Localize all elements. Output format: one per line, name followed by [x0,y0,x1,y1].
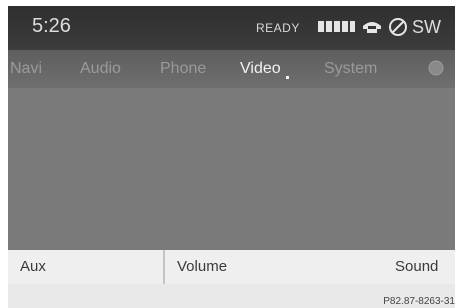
aux-softkey[interactable]: Aux [8,250,163,284]
phone-icon [363,22,381,33]
menu-item-audio[interactable]: Audio [80,60,121,78]
main-menu-bar: Navi Audio Phone Video System [8,50,455,88]
volume-sound-softkeys: Volume Sound [165,250,455,284]
figure-reference: P82.87-8263-31 [383,296,455,307]
sound-button[interactable]: Sound [395,258,438,275]
menu-item-navi[interactable]: Navi [10,60,42,78]
clock-time: 5:26 [32,15,71,37]
menu-item-system[interactable]: System [324,60,377,78]
status-bar: 5:26 READY SW [8,6,455,50]
aux-label: Aux [20,258,46,275]
signal-bars-icon [318,21,355,32]
no-time-icon [389,18,407,36]
softkey-bar: Aux Volume Sound [8,250,455,284]
volume-button[interactable]: Volume [177,258,227,275]
menu-item-video[interactable]: Video [240,60,281,78]
video-display-area [8,88,455,250]
globe-icon[interactable] [428,60,444,76]
active-menu-indicator [286,76,289,79]
head-unit-screen: 5:26 READY SW Navi Audio Phone Video Sys… [8,6,455,308]
ready-indicator: READY [256,21,300,35]
menu-item-phone[interactable]: Phone [160,60,206,78]
sw-indicator: SW [412,17,441,37]
